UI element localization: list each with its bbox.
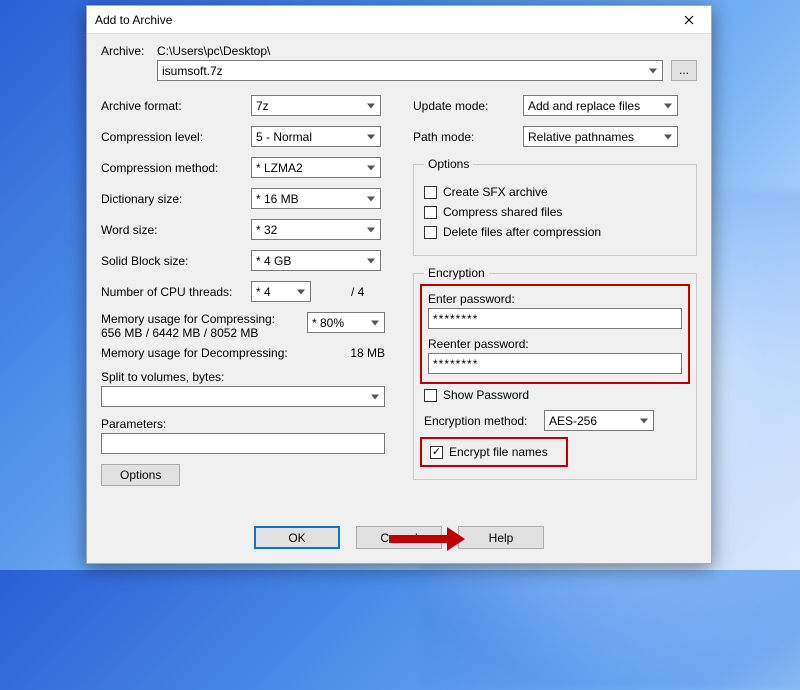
options-legend: Options [424, 157, 473, 171]
cpu-threads-select[interactable]: * 4 [251, 281, 311, 302]
cpu-threads-label: Number of CPU threads: [101, 285, 251, 299]
compression-level-label: Compression level: [101, 130, 251, 144]
mem-compress-value: 656 MB / 6442 MB / 8052 MB [101, 326, 307, 340]
word-size-label: Word size: [101, 223, 251, 237]
delete-after-checkbox[interactable]: Delete files after compression [424, 225, 686, 239]
encrypt-filenames-checkbox[interactable]: Encrypt file names [424, 441, 564, 463]
archive-path-text: C:\Users\pc\Desktop\ [157, 44, 270, 58]
word-size-select[interactable]: * 32 [251, 219, 381, 240]
annotation-arrow [389, 527, 465, 551]
encryption-method-label: Encryption method: [424, 414, 544, 428]
checkbox-icon [424, 389, 437, 402]
reenter-password-label: Reenter password: [428, 337, 682, 351]
window-title: Add to Archive [95, 13, 666, 27]
archive-format-label: Archive format: [101, 99, 251, 113]
archive-filename-select[interactable]: isumsoft.7z [157, 60, 663, 81]
cpu-threads-total: / 4 [351, 285, 364, 299]
archive-format-select[interactable]: 7z [251, 95, 381, 116]
checkbox-icon [424, 186, 437, 199]
compress-shared-label: Compress shared files [443, 205, 562, 219]
mem-compress-pct-select[interactable]: * 80% [307, 312, 385, 333]
update-mode-label: Update mode: [413, 99, 523, 113]
encryption-group: Encryption Enter password: Reenter passw… [413, 266, 697, 480]
dictionary-size-select[interactable]: * 16 MB [251, 188, 381, 209]
solid-block-size-label: Solid Block size: [101, 254, 251, 268]
compress-shared-checkbox[interactable]: Compress shared files [424, 205, 686, 219]
titlebar: Add to Archive [87, 6, 711, 34]
add-to-archive-dialog: Add to Archive Archive: C:\Users\pc\Desk… [86, 5, 712, 564]
close-icon [684, 15, 694, 25]
checkbox-checked-icon [430, 446, 443, 459]
path-mode-label: Path mode: [413, 130, 523, 144]
show-password-checkbox[interactable]: Show Password [424, 388, 686, 402]
compression-method-select[interactable]: * LZMA2 [251, 157, 381, 178]
options-group: Options Create SFX archive Compress shar… [413, 157, 697, 256]
mem-compress-label: Memory usage for Compressing: [101, 312, 307, 326]
compression-method-label: Compression method: [101, 161, 251, 175]
compression-level-select[interactable]: 5 - Normal [251, 126, 381, 147]
archive-label: Archive: [101, 44, 157, 58]
split-volumes-select[interactable] [101, 386, 385, 407]
browse-button[interactable]: ... [671, 60, 697, 81]
mem-decompress-label: Memory usage for Decompressing: [101, 346, 288, 360]
close-button[interactable] [666, 6, 711, 34]
enter-password-label: Enter password: [428, 292, 682, 306]
path-mode-select[interactable]: Relative pathnames [523, 126, 678, 147]
split-volumes-label: Split to volumes, bytes: [101, 370, 385, 384]
encrypt-filenames-label: Encrypt file names [449, 445, 548, 459]
solid-block-size-select[interactable]: * 4 GB [251, 250, 381, 271]
checkbox-icon [424, 206, 437, 219]
create-sfx-checkbox[interactable]: Create SFX archive [424, 185, 686, 199]
dictionary-size-label: Dictionary size: [101, 192, 251, 206]
reenter-password-input[interactable] [428, 353, 682, 374]
help-button[interactable]: Help [458, 526, 544, 549]
encryption-method-select[interactable]: AES-256 [544, 410, 654, 431]
enter-password-input[interactable] [428, 308, 682, 329]
delete-after-label: Delete files after compression [443, 225, 601, 239]
show-password-label: Show Password [443, 388, 529, 402]
ok-button[interactable]: OK [254, 526, 340, 549]
checkbox-icon [424, 226, 437, 239]
create-sfx-label: Create SFX archive [443, 185, 548, 199]
options-button[interactable]: Options [101, 464, 180, 486]
update-mode-select[interactable]: Add and replace files [523, 95, 678, 116]
parameters-label: Parameters: [101, 417, 385, 431]
mem-decompress-value: 18 MB [350, 346, 385, 360]
encryption-legend: Encryption [424, 266, 489, 280]
parameters-input[interactable] [101, 433, 385, 454]
